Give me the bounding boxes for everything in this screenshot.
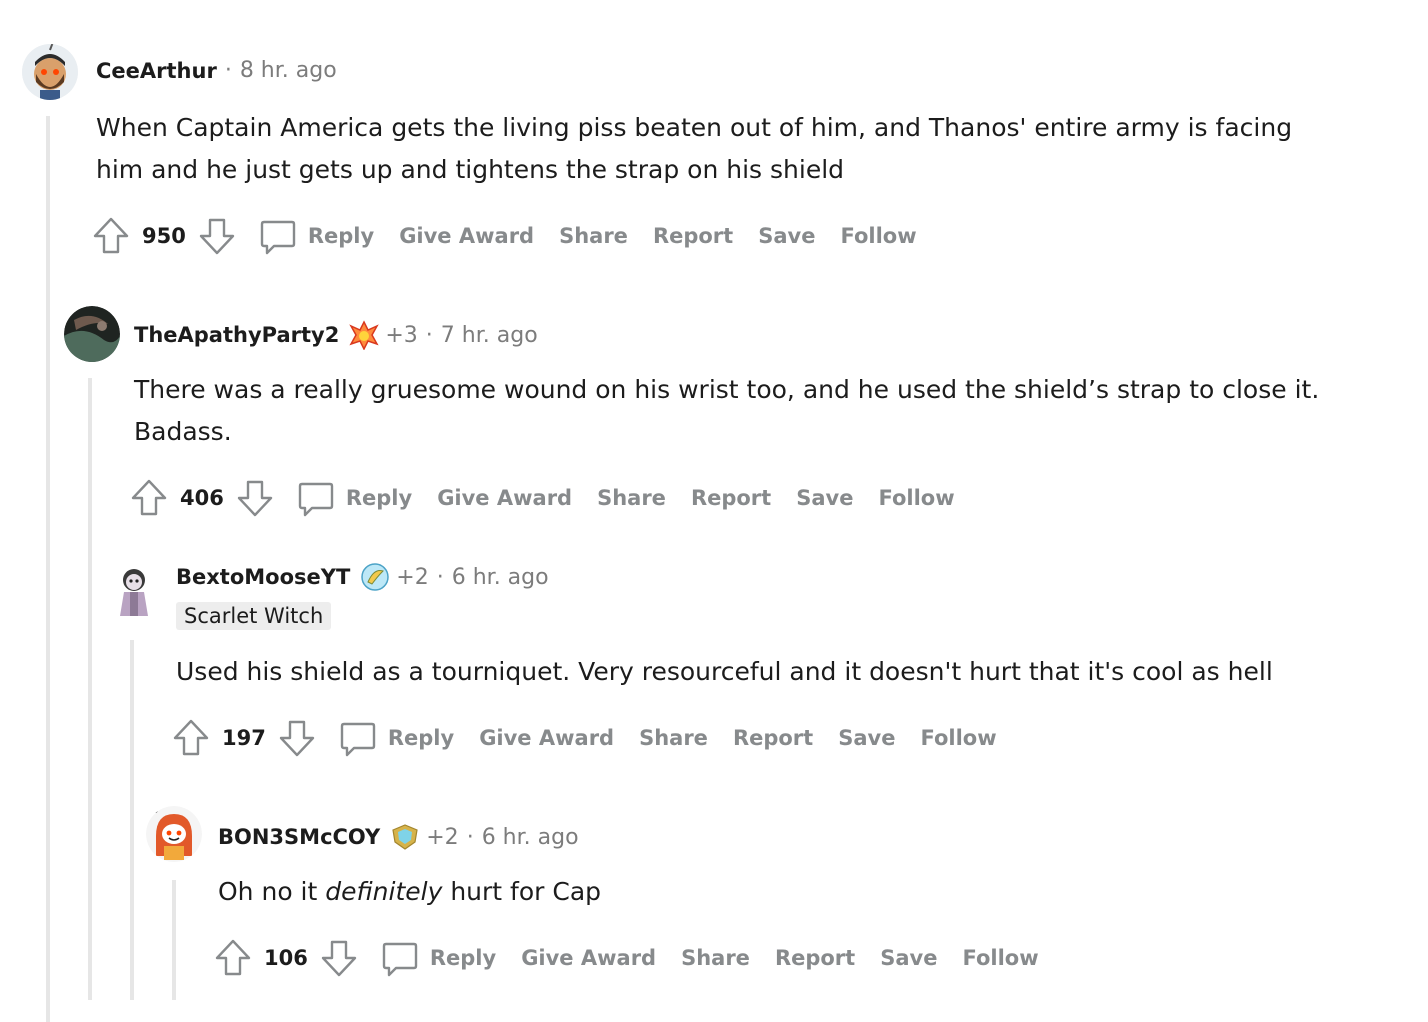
follow-button[interactable]: Follow — [878, 486, 954, 510]
share-button[interactable]: Share — [597, 486, 666, 510]
comment-actions: 106 Reply Give Award Share Report Save F… — [214, 936, 1039, 980]
comment-body-line: him and he just gets up and tightens the… — [96, 155, 845, 184]
separator-dot: · — [436, 564, 444, 590]
username[interactable]: BextoMooseYT — [176, 565, 350, 589]
share-button[interactable]: Share — [681, 946, 750, 970]
comment-actions: 950 Reply Give Award Share Report Save F… — [92, 214, 917, 258]
comment-actions: 197 Reply Give Award Share Report Save F… — [172, 716, 997, 760]
comment-body-text: Oh no it — [218, 877, 326, 906]
reply-button[interactable]: Reply — [308, 224, 374, 248]
award-icon[interactable] — [360, 562, 390, 592]
report-button[interactable]: Report — [653, 224, 733, 248]
avatar[interactable] — [106, 566, 162, 622]
reply-icon[interactable] — [338, 718, 378, 758]
comment-body-emphasis: definitely — [325, 877, 443, 906]
comment-body: There was a really gruesome wound on his… — [134, 369, 1414, 453]
follow-button[interactable]: Follow — [962, 946, 1038, 970]
vote-score: 950 — [142, 224, 186, 248]
save-button[interactable]: Save — [838, 726, 895, 750]
comment-body-text: hurt for Cap — [442, 877, 602, 906]
separator-dot: · — [425, 322, 433, 348]
award-count[interactable]: +2 — [396, 565, 428, 590]
comment-body: Used his shield as a tourniquet. Very re… — [176, 651, 1416, 693]
vote-score: 106 — [264, 946, 308, 970]
report-button[interactable]: Report — [775, 946, 855, 970]
upvote-icon[interactable] — [214, 938, 252, 978]
timestamp[interactable]: 6 hr. ago — [482, 825, 579, 850]
save-button[interactable]: Save — [880, 946, 937, 970]
vote-score: 197 — [222, 726, 266, 750]
follow-button[interactable]: Follow — [920, 726, 996, 750]
timestamp[interactable]: 6 hr. ago — [452, 565, 549, 590]
upvote-icon[interactable] — [130, 478, 168, 518]
separator-dot: · — [466, 824, 474, 850]
username[interactable]: CeeArthur — [96, 59, 217, 83]
username[interactable]: BON3SMcCOY — [218, 825, 380, 849]
reply-icon[interactable] — [258, 216, 298, 256]
user-flair: Scarlet Witch — [176, 602, 332, 630]
reply-button[interactable]: Reply — [346, 486, 412, 510]
comment-body-line: When Captain America gets the living pis… — [96, 113, 1293, 142]
downvote-icon[interactable] — [320, 938, 358, 978]
comment-body: When Captain America gets the living pis… — [96, 107, 1396, 191]
save-button[interactable]: Save — [796, 486, 853, 510]
thread-line-level-3[interactable] — [130, 640, 134, 1000]
award-icon[interactable] — [390, 822, 420, 852]
timestamp[interactable]: 8 hr. ago — [240, 58, 337, 83]
reply-icon[interactable] — [380, 938, 420, 978]
upvote-icon[interactable] — [92, 216, 130, 256]
give-award-button[interactable]: Give Award — [479, 726, 614, 750]
separator-dot: · — [224, 58, 232, 83]
avatar[interactable] — [64, 306, 120, 362]
award-count[interactable]: +2 — [426, 825, 458, 850]
reply-button[interactable]: Reply — [430, 946, 496, 970]
save-button[interactable]: Save — [758, 224, 815, 248]
upvote-icon[interactable] — [172, 718, 210, 758]
share-button[interactable]: Share — [639, 726, 708, 750]
award-count[interactable]: +3 — [385, 323, 417, 348]
avatar[interactable] — [22, 44, 78, 100]
comment-body-line: There was a really gruesome wound on his… — [134, 375, 1320, 404]
reply-icon[interactable] — [296, 478, 336, 518]
report-button[interactable]: Report — [733, 726, 813, 750]
downvote-icon[interactable] — [198, 216, 236, 256]
downvote-icon[interactable] — [278, 718, 316, 758]
downvote-icon[interactable] — [236, 478, 274, 518]
comment-body: Oh no it definitely hurt for Cap — [218, 871, 1398, 913]
comment-actions: 406 Reply Give Award Share Report Save F… — [130, 476, 955, 520]
comment-body-line: Used his shield as a tourniquet. Very re… — [176, 657, 1273, 686]
reply-button[interactable]: Reply — [388, 726, 454, 750]
avatar[interactable] — [146, 806, 202, 862]
vote-score: 406 — [180, 486, 224, 510]
give-award-button[interactable]: Give Award — [437, 486, 572, 510]
share-button[interactable]: Share — [559, 224, 628, 248]
username[interactable]: TheApathyParty2 — [134, 323, 339, 347]
timestamp[interactable]: 7 hr. ago — [441, 323, 538, 348]
give-award-button[interactable]: Give Award — [521, 946, 656, 970]
report-button[interactable]: Report — [691, 486, 771, 510]
thread-line-level-2[interactable] — [88, 378, 92, 1000]
thread-line-level-1[interactable] — [46, 116, 50, 1022]
give-award-button[interactable]: Give Award — [399, 224, 534, 248]
follow-button[interactable]: Follow — [840, 224, 916, 248]
award-icon[interactable] — [349, 320, 380, 351]
comment-body-line: Badass. — [134, 417, 232, 446]
thread-line-level-4[interactable] — [172, 880, 176, 1000]
